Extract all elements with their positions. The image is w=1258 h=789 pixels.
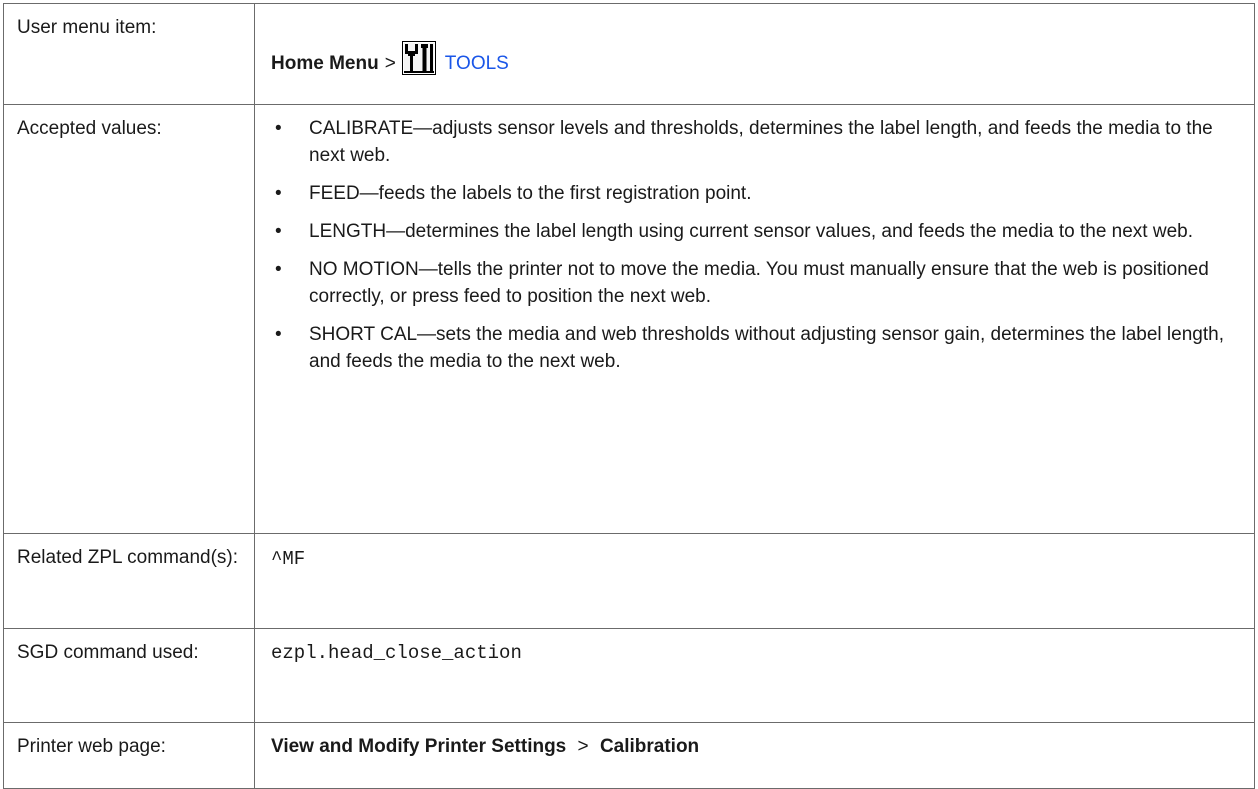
list-item: • FEED—feeds the labels to the first regi… — [271, 180, 1240, 207]
accepted-values-cell: • CALIBRATE—adjusts sensor levels and thr… — [254, 104, 1255, 534]
bullet-icon: • — [275, 221, 282, 242]
row-label: User menu item: — [3, 3, 255, 105]
list-item: • NO MOTION—tells the printer not to move… — [271, 256, 1240, 310]
menu-path: Home Menu > TOOLS — [271, 41, 1240, 77]
list-item-text: LENGTH—determines the label length using… — [309, 221, 1193, 242]
web-page-path-cell: View and Modify Printer Settings > Calib… — [254, 722, 1255, 789]
accepted-values-list: • CALIBRATE—adjusts sensor levels and thr… — [271, 115, 1240, 375]
table-row-sgd-command: SGD command used: ezpl.head_close_action — [3, 628, 1255, 723]
home-menu-label: Home Menu — [271, 53, 379, 74]
table-row-user-menu-item: User menu item: Home Menu > TOOLS — [3, 3, 1255, 105]
web-page-leaf: Calibration — [599, 736, 700, 757]
row-label: Accepted values: — [3, 104, 255, 534]
zpl-command-value: ^MF — [271, 548, 306, 570]
list-item-text: SHORT CAL—sets the media and web thresho… — [309, 324, 1224, 372]
tools-link[interactable]: TOOLS — [445, 50, 509, 77]
menu-path-cell: Home Menu > TOOLS — [254, 3, 1255, 105]
zpl-command-cell: ^MF — [254, 533, 1255, 629]
table-row-accepted-values: Accepted values: • CALIBRATE—adjusts sens… — [3, 104, 1255, 534]
list-item: • SHORT CAL—sets the media and web thresh… — [271, 321, 1240, 375]
table-row-printer-web-page: Printer web page: View and Modify Printe… — [3, 722, 1255, 789]
sgd-command-cell: ezpl.head_close_action — [254, 628, 1255, 723]
bullet-icon: • — [275, 183, 282, 204]
list-item-text: FEED—feeds the labels to the first regis… — [309, 183, 752, 204]
sgd-command-value: ezpl.head_close_action — [271, 642, 522, 664]
list-item-text: NO MOTION—tells the printer not to move … — [309, 259, 1209, 307]
row-label: SGD command used: — [3, 628, 255, 723]
web-page-root: View and Modify Printer Settings — [271, 736, 567, 757]
settings-table: User menu item: Home Menu > TOOLS Accept… — [3, 3, 1255, 789]
list-item: • LENGTH—determines the label length usin… — [271, 218, 1240, 245]
bullet-icon: • — [275, 118, 282, 139]
list-item: • CALIBRATE—adjusts sensor levels and thr… — [271, 115, 1240, 169]
path-separator: > — [384, 53, 396, 74]
path-separator: > — [577, 736, 589, 757]
list-item-text: CALIBRATE—adjusts sensor levels and thre… — [309, 118, 1213, 166]
table-row-related-zpl: Related ZPL command(s): ^MF — [3, 533, 1255, 629]
tools-icon — [401, 41, 436, 75]
row-label: Related ZPL command(s): — [3, 533, 255, 629]
bullet-icon: • — [275, 259, 282, 280]
bullet-icon: • — [275, 324, 282, 345]
row-label: Printer web page: — [3, 722, 255, 789]
